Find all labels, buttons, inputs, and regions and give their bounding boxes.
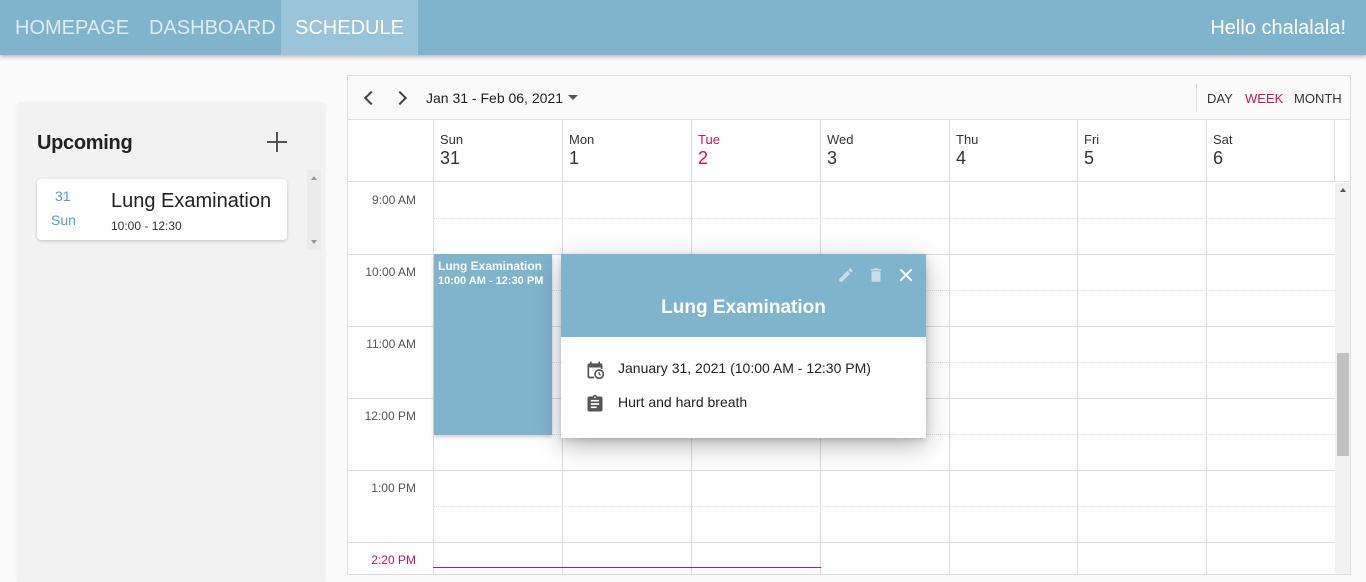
hour-line <box>348 470 1335 471</box>
view-week-button[interactable]: WEEK <box>1245 91 1283 106</box>
event-title: Lung Examination <box>111 190 272 212</box>
day-header-sat[interactable]: Sat 6 <box>1206 120 1335 182</box>
day-header-dow: Tue <box>698 132 720 147</box>
time-label: 10:00 AM <box>365 265 416 279</box>
appointment-lung-examination[interactable]: Lung Examination 10:00 AM - 12:30 PM <box>434 254 552 435</box>
day-header-dow: Mon <box>569 132 595 147</box>
nav-dashboard[interactable]: DASHBOARD <box>135 0 290 55</box>
scroll-down-arrow-icon[interactable] <box>311 240 317 244</box>
event-time: 10:00 - 12:30 <box>111 219 182 233</box>
column-line <box>1206 183 1207 574</box>
chevron-left-icon[interactable] <box>359 88 379 108</box>
event-day-number: 31 <box>55 188 71 204</box>
column-line <box>1077 183 1078 574</box>
upcoming-panel: Upcoming 31 Sun Lung Examination 10:00 -… <box>17 102 325 582</box>
day-header-num: 1 <box>569 148 580 168</box>
tooltip-date-text: January 31, 2021 (10:00 AM - 12:30 PM) <box>618 360 871 376</box>
day-header-dow: Thu <box>956 132 979 147</box>
day-header-dow: Sun <box>440 132 464 147</box>
chevron-right-icon[interactable] <box>392 88 412 108</box>
current-time-label: 2:20 PM <box>371 553 416 567</box>
user-greeting: Hello chalalala! <box>1210 17 1346 39</box>
appointment-time: 10:00 AM - 12:30 PM <box>438 275 544 287</box>
delete-icon[interactable] <box>867 266 885 284</box>
clipboard-icon <box>585 394 605 417</box>
scrollbar-thumb[interactable] <box>1337 353 1349 456</box>
appointment-title: Lung Examination <box>438 259 543 273</box>
edit-icon[interactable] <box>837 266 855 284</box>
close-icon[interactable] <box>897 266 915 284</box>
time-label: 9:00 AM <box>371 193 416 207</box>
date-range-selector[interactable]: Jan 31 - Feb 06, 2021 <box>426 90 563 106</box>
upcoming-title: Upcoming <box>37 132 133 154</box>
time-label: 11:00 AM <box>366 337 416 351</box>
upcoming-scrollbar[interactable] <box>307 170 321 250</box>
day-header-num: 4 <box>956 148 967 168</box>
day-header-num: 2 <box>698 148 709 168</box>
day-header-wed[interactable]: Wed 3 <box>820 120 949 182</box>
event-day-of-week: Sun <box>51 212 76 228</box>
hour-line <box>348 542 1335 543</box>
nav-schedule[interactable]: SCHEDULE <box>281 0 418 55</box>
day-header-dow: Sat <box>1213 132 1233 147</box>
time-label: 12:00 PM <box>364 409 416 423</box>
tooltip-header: Lung Examination <box>561 254 926 337</box>
appointment-tooltip: Lung Examination January 31, 2021 (10:00… <box>561 254 926 438</box>
caret-down-icon[interactable] <box>568 95 578 100</box>
time-label: 1:00 PM <box>371 481 416 495</box>
day-header-sun[interactable]: Sun 31 <box>433 120 563 182</box>
day-header-thu[interactable]: Thu 4 <box>949 120 1077 182</box>
column-line <box>949 183 950 574</box>
day-header-dow: Fri <box>1084 132 1100 147</box>
nav-homepage[interactable]: HOMEPAGE <box>1 0 143 55</box>
day-header-dow: Wed <box>827 132 854 147</box>
plus-icon[interactable] <box>265 130 289 154</box>
tooltip-title: Lung Examination <box>661 297 826 318</box>
view-month-button[interactable]: MONTH <box>1294 91 1342 106</box>
scroll-up-arrow-icon[interactable] <box>1340 188 1346 192</box>
scroll-up-arrow-icon[interactable] <box>311 176 317 180</box>
view-day-button[interactable]: DAY <box>1207 91 1233 106</box>
day-header-fri[interactable]: Fri 5 <box>1077 120 1206 182</box>
day-header-mon[interactable]: Mon 1 <box>562 120 691 182</box>
day-header-tue[interactable]: Tue 2 <box>691 120 820 182</box>
day-header-num: 6 <box>1213 148 1224 168</box>
half-hour-line <box>433 506 1335 507</box>
toolbar-divider <box>1196 84 1197 112</box>
top-nav-bar: HOMEPAGE DASHBOARD SCHEDULE Hello chalal… <box>0 0 1366 55</box>
day-header-num: 5 <box>1084 148 1095 168</box>
day-header-row: Sun 31 Mon 1 Tue 2 Wed 3 Thu 4 Fri 5 Sat… <box>348 120 1350 182</box>
calendar-clock-icon <box>585 360 605 383</box>
scheduler-toolbar: Jan 31 - Feb 06, 2021 DAY WEEK MONTH <box>348 76 1350 120</box>
upcoming-event-card[interactable]: 31 Sun Lung Examination 10:00 - 12:30 <box>37 179 287 240</box>
tooltip-notes-text: Hurt and hard breath <box>618 394 748 410</box>
half-hour-line <box>433 218 1335 219</box>
scheduler-scrollbar[interactable] <box>1335 183 1350 574</box>
day-header-num: 3 <box>827 148 838 168</box>
day-header-num: 31 <box>440 148 461 168</box>
